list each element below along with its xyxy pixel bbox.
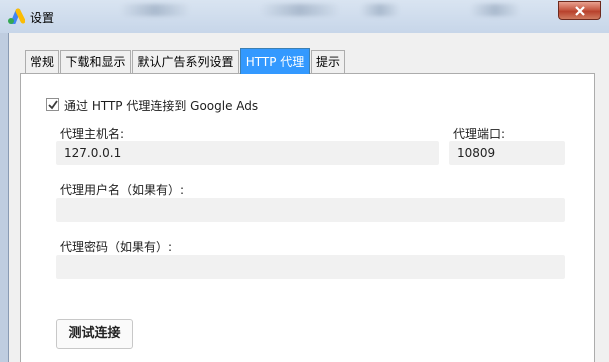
tab-download-display[interactable]: 下载和显示: [60, 50, 131, 73]
google-ads-icon: [8, 8, 25, 24]
tab-http-proxy[interactable]: HTTP 代理: [240, 48, 310, 74]
proxy-password-input[interactable]: [56, 255, 565, 279]
title-bar: 设置: [0, 0, 609, 33]
use-proxy-label: 通过 HTTP 代理连接到 Google Ads: [64, 99, 259, 113]
proxy-username-label: 代理用户名（如果有）:: [60, 183, 185, 197]
proxy-host-input[interactable]: 127.0.0.1: [56, 141, 439, 165]
proxy-port-input[interactable]: 10809: [449, 141, 565, 165]
blurred-background: [360, 4, 400, 16]
checkmark-icon: [48, 100, 58, 110]
blurred-background: [260, 4, 340, 16]
proxy-port-label: 代理端口:: [453, 127, 506, 141]
close-button[interactable]: [558, 1, 601, 20]
blurred-background: [470, 4, 520, 16]
use-proxy-checkbox[interactable]: [46, 98, 59, 111]
proxy-password-label: 代理密码（如果有）:: [60, 240, 173, 254]
tab-general[interactable]: 常规: [25, 50, 59, 73]
test-connection-button[interactable]: 测试连接: [56, 319, 133, 349]
blurred-background: [120, 4, 190, 16]
proxy-host-label: 代理主机名:: [60, 127, 125, 141]
close-icon: [575, 6, 585, 16]
tab-tips[interactable]: 提示: [311, 50, 345, 73]
window-title: 设置: [30, 11, 55, 25]
proxy-username-input[interactable]: [56, 198, 565, 222]
tab-default-campaign-settings[interactable]: 默认广告系列设置: [132, 50, 239, 73]
